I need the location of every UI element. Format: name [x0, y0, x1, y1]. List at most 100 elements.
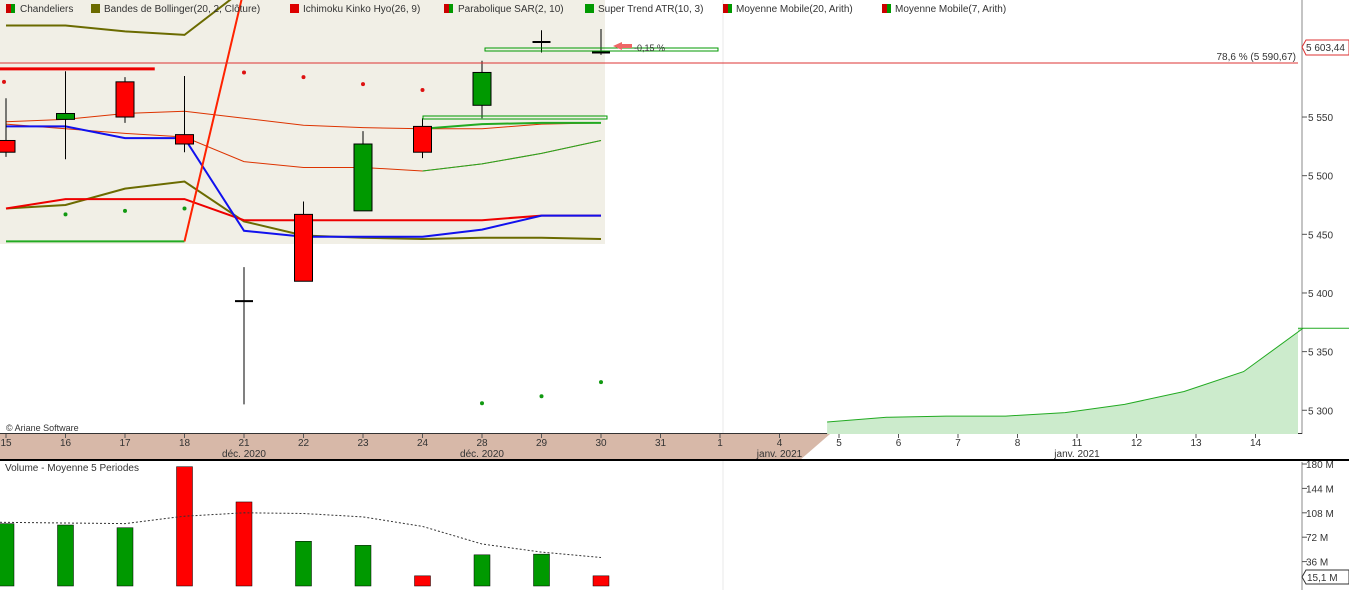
- sar-dot: [420, 88, 425, 93]
- month-label: janv. 2021: [1053, 449, 1100, 460]
- price-tick-label: 5 550: [1308, 113, 1333, 124]
- date-label-28: 28: [476, 438, 488, 449]
- date-label-1: 1: [717, 438, 723, 449]
- volume-bar-15: [0, 523, 15, 587]
- legend-item-super-trend[interactable]: Super Trend ATR(10, 3): [585, 4, 703, 15]
- volume-bar-21: [235, 501, 253, 587]
- candle-body-down: [175, 134, 194, 145]
- volume-tick-label: 144 M: [1306, 484, 1334, 495]
- volume-bar-18: [176, 466, 193, 587]
- fibonacci-label: 78,6 % (5 590,67): [1217, 52, 1297, 63]
- date-label-21: 21: [238, 438, 250, 449]
- alert-arrow-shaft: [622, 44, 632, 48]
- date-label-30: 30: [595, 438, 607, 449]
- date-label-18: 18: [179, 438, 191, 449]
- candle-body-down: [294, 213, 313, 282]
- volume-bar-23: [354, 545, 372, 587]
- month-label: janv. 2021: [756, 449, 803, 460]
- candle-body-down: [413, 125, 432, 153]
- month-label: déc. 2020: [222, 449, 266, 460]
- sar-dot: [539, 394, 544, 399]
- volume-bar-29: [533, 553, 550, 587]
- percent-change-label: -0,15 %: [634, 43, 665, 53]
- sar-dot: [63, 212, 68, 217]
- panel-divider[interactable]: [0, 459, 1349, 461]
- legend-swatch-green: [449, 4, 453, 13]
- price-tick-label: 5 350: [1308, 348, 1333, 359]
- last-price-tag: 5 603,44: [1301, 39, 1349, 56]
- legend-swatch-green: [887, 4, 891, 13]
- date-label-16: 16: [60, 438, 72, 449]
- legend-label: Bandes de Bollinger(20, 2, Clôture): [104, 4, 260, 15]
- sar-dot: [361, 82, 365, 87]
- legend-swatch-red: [444, 4, 449, 13]
- chart-canvas[interactable]: 5 3005 3505 4005 4505 5005 550 15 16 17 18 2…: [0, 0, 1349, 590]
- date-label-12: 12: [1131, 438, 1143, 449]
- date-label-22: 22: [298, 438, 310, 449]
- sar-dot: [123, 208, 127, 213]
- legend-swatch: [91, 4, 100, 13]
- date-label-5: 5: [836, 438, 842, 449]
- volume-tick-label: 180 M: [1306, 460, 1334, 471]
- legend-label: Super Trend ATR(10, 3): [598, 4, 703, 15]
- legend-label: Ichimoku Kinko Hyo(26, 9): [303, 4, 420, 15]
- sar-dot: [599, 380, 603, 385]
- volume-tick-label: 36 M: [1306, 558, 1328, 569]
- legend-item-ichimoku[interactable]: Ichimoku Kinko Hyo(26, 9): [290, 4, 420, 15]
- legend-label: Chandeliers: [20, 4, 73, 15]
- volume-bar-22: [295, 541, 312, 587]
- volume-bar-17: [116, 527, 134, 587]
- legend-swatch-green: [728, 4, 732, 13]
- sar-dot: [2, 79, 6, 84]
- volume-bar-30: [592, 575, 610, 587]
- date-label-7: 7: [955, 438, 961, 449]
- legend-item-mm20[interactable]: Moyenne Mobile(20, Arith): [723, 4, 853, 15]
- legend-swatch: [585, 4, 594, 13]
- legend-swatch: [290, 4, 299, 13]
- legend-swatch-red: [6, 4, 11, 13]
- date-label-11: 11: [1072, 438, 1083, 449]
- date-label-29: 29: [536, 438, 548, 449]
- volume-bar-28: [473, 554, 491, 587]
- volume-bar-24: [414, 575, 431, 587]
- legend-swatch-red: [723, 4, 728, 13]
- volume-tick-label: 72 M: [1306, 533, 1328, 544]
- legend-label: Parabolique SAR(2, 10): [458, 4, 564, 15]
- price-tick-label: 5 450: [1308, 230, 1333, 241]
- volume-value: 15,1 M: [1307, 573, 1338, 584]
- bollinger-band-fill: [0, 0, 605, 244]
- candle-body-down: [115, 81, 135, 118]
- date-label-23: 23: [357, 438, 369, 449]
- volume-bar-16: [57, 524, 74, 587]
- volume-value-tag: 15,1 M: [1301, 569, 1349, 585]
- date-label-14: 14: [1250, 438, 1262, 449]
- legend-label: Moyenne Mobile(7, Arith): [895, 4, 1006, 15]
- date-label-8: 8: [1015, 438, 1021, 449]
- price-tick-label: 5 500: [1308, 172, 1333, 183]
- date-label-17: 17: [119, 438, 131, 449]
- date-label-6: 6: [896, 438, 902, 449]
- price-tick-label: 5 300: [1308, 406, 1333, 417]
- candle-17[interactable]: [115, 77, 135, 123]
- candle-body-up: [353, 143, 373, 212]
- volume-panel-title: Volume - Moyenne 5 Periodes: [5, 463, 139, 474]
- sar-dot: [480, 401, 484, 406]
- candle-body-up: [472, 71, 492, 106]
- sar-dot: [242, 70, 246, 75]
- legend-label: Moyenne Mobile(20, Arith): [736, 4, 853, 15]
- date-label-31: 31: [655, 438, 667, 449]
- date-label-24: 24: [417, 438, 429, 449]
- candle-body-up: [56, 113, 75, 120]
- month-label: déc. 2020: [460, 449, 504, 460]
- legend-item-parabolic-sar[interactable]: Parabolique SAR(2, 10): [444, 4, 564, 15]
- last-price-value: 5 603,44: [1306, 43, 1345, 54]
- legend-swatch-red: [882, 4, 887, 13]
- candle-body-down: [0, 139, 16, 153]
- sar-dot: [182, 206, 187, 211]
- price-tick-label: 5 400: [1308, 289, 1333, 300]
- legend-item-bollinger[interactable]: Bandes de Bollinger(20, 2, Clôture): [91, 4, 260, 15]
- sar-dot: [301, 75, 306, 80]
- date-label-13: 13: [1190, 438, 1202, 449]
- copyright-text: © Ariane Software: [6, 423, 79, 433]
- legend-item-mm7[interactable]: Moyenne Mobile(7, Arith): [882, 4, 1006, 15]
